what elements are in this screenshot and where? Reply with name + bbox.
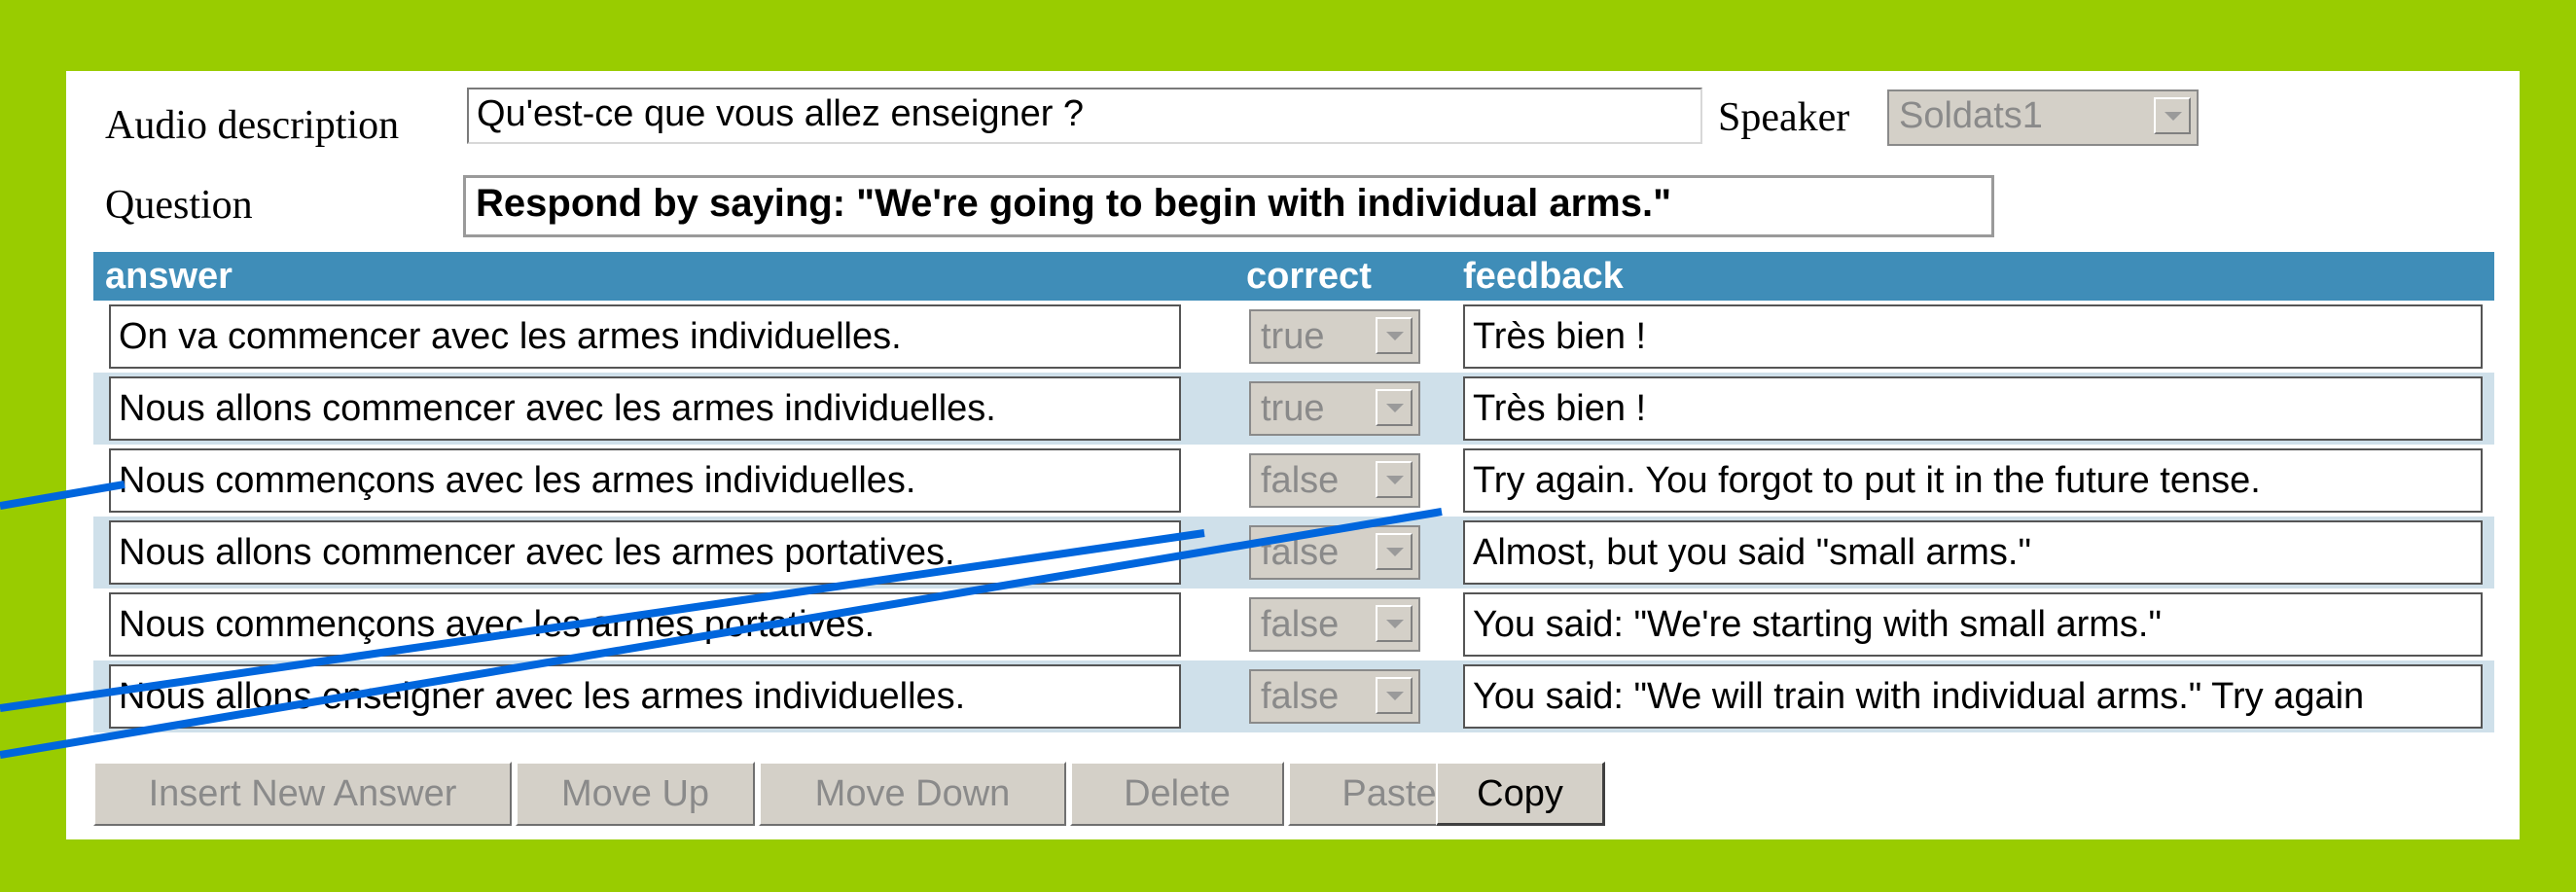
- audio-description-label: Audio description: [105, 103, 400, 148]
- chevron-down-icon[interactable]: [1376, 389, 1413, 426]
- chevron-down-icon[interactable]: [1376, 317, 1413, 354]
- table-row: On va commencer avec les armes individue…: [93, 301, 2494, 373]
- chevron-down-icon[interactable]: [1376, 605, 1413, 642]
- question-label: Question: [105, 183, 253, 228]
- chevron-down-icon[interactable]: [1376, 461, 1413, 498]
- feedback-input[interactable]: Très bien !: [1463, 304, 2483, 369]
- table-row: Nous allons commencer avec les armes por…: [93, 517, 2494, 589]
- speaker-value: Soldats1: [1899, 95, 2043, 136]
- answer-column-header: answer: [105, 256, 233, 297]
- answer-input[interactable]: Nous commençons avec les armes individue…: [109, 448, 1181, 513]
- insert-new-answer-button[interactable]: Insert New Answer: [93, 762, 512, 826]
- feedback-input[interactable]: You said: "We're starting with small arm…: [1463, 592, 2483, 657]
- question-input[interactable]: Respond by saying: "We're going to begin…: [463, 175, 1994, 237]
- correct-select[interactable]: true: [1249, 381, 1420, 436]
- delete-button[interactable]: Delete: [1070, 762, 1284, 826]
- correct-value: false: [1261, 604, 1340, 645]
- speaker-label: Speaker: [1718, 95, 1850, 140]
- correct-select[interactable]: false: [1249, 597, 1420, 652]
- table-row: Nous commençons avec les armes individue…: [93, 445, 2494, 517]
- speaker-select[interactable]: Soldats1: [1887, 89, 2199, 146]
- feedback-input[interactable]: Almost, but you said "small arms.": [1463, 520, 2483, 585]
- move-down-button[interactable]: Move Down: [759, 762, 1066, 826]
- correct-value: false: [1261, 532, 1340, 573]
- answer-input[interactable]: Nous allons commencer avec les armes por…: [109, 520, 1181, 585]
- correct-select[interactable]: false: [1249, 453, 1420, 508]
- move-up-button[interactable]: Move Up: [516, 762, 755, 826]
- answers-table-header: answer correct feedback: [93, 252, 2494, 301]
- table-row: Nous allons enseigner avec les armes ind…: [93, 660, 2494, 732]
- table-row: Nous allons commencer avec les armes ind…: [93, 373, 2494, 445]
- copy-button[interactable]: Copy: [1436, 762, 1605, 826]
- feedback-input[interactable]: You said: "We will train with individual…: [1463, 664, 2483, 729]
- correct-value: false: [1261, 676, 1340, 717]
- chevron-down-icon[interactable]: [1376, 533, 1413, 570]
- correct-value: true: [1261, 388, 1325, 429]
- chevron-down-icon[interactable]: [1376, 677, 1413, 714]
- correct-value: true: [1261, 316, 1325, 357]
- green-frame: Audio description Qu'est-ce que vous all…: [0, 0, 2576, 892]
- audio-description-input[interactable]: Qu'est-ce que vous allez enseigner ?: [467, 88, 1702, 144]
- answer-input[interactable]: Nous allons enseigner avec les armes ind…: [109, 664, 1181, 729]
- chevron-down-icon[interactable]: [2154, 97, 2191, 134]
- answer-input[interactable]: Nous commençons avec les armes portative…: [109, 592, 1181, 657]
- feedback-input[interactable]: Très bien !: [1463, 376, 2483, 441]
- correct-select[interactable]: false: [1249, 669, 1420, 724]
- correct-select[interactable]: false: [1249, 525, 1420, 580]
- correct-select[interactable]: true: [1249, 309, 1420, 364]
- answer-input[interactable]: Nous allons commencer avec les armes ind…: [109, 376, 1181, 441]
- correct-value: false: [1261, 460, 1340, 501]
- answer-input[interactable]: On va commencer avec les armes individue…: [109, 304, 1181, 369]
- table-row: Nous commençons avec les armes portative…: [93, 589, 2494, 660]
- feedback-column-header: feedback: [1463, 256, 1624, 297]
- correct-column-header: correct: [1246, 256, 1372, 297]
- feedback-input[interactable]: Try again. You forgot to put it in the f…: [1463, 448, 2483, 513]
- answer-editor-panel: Audio description Qu'est-ce que vous all…: [66, 71, 2520, 839]
